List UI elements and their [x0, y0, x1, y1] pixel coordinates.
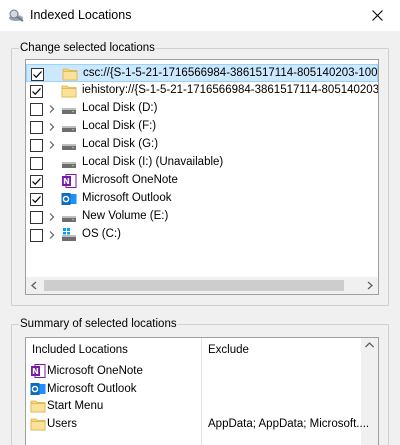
close-icon	[371, 10, 383, 21]
included-location-row: Users	[30, 416, 200, 433]
location-row[interactable]: iehistory://{S-1-5-21-1716566984-3861517…	[26, 82, 378, 100]
location-row[interactable]: New Volume (E:)	[26, 208, 378, 226]
checkmark-icon	[32, 196, 41, 204]
included-location-row: Microsoft Outlook	[30, 381, 200, 398]
exclude-header: Exclude	[208, 344, 249, 356]
location-checkbox[interactable]	[30, 229, 43, 242]
indexing-options-icon	[9, 9, 24, 22]
location-checkbox[interactable]	[31, 68, 44, 81]
location-row[interactable]: Local Disk (F:)	[26, 118, 378, 136]
title-bar: Indexed Locations	[0, 0, 400, 31]
included-location-label: Users	[47, 417, 78, 430]
expand-chevron-icon[interactable]	[47, 104, 57, 114]
included-location-label: Microsoft Outlook	[47, 382, 137, 395]
windows-drive-icon	[62, 228, 76, 241]
expand-chevron-icon[interactable]	[47, 140, 57, 150]
location-row[interactable]: Local Disk (I:) (Unavailable)	[26, 154, 378, 172]
scroll-up-icon[interactable]	[361, 338, 378, 352]
location-icon-wrap: N	[61, 173, 77, 189]
included-location-label: Start Menu	[47, 400, 104, 412]
checkmark-icon	[33, 71, 42, 79]
summary-list: Included Locations Exclude N Microsoft On…	[25, 337, 379, 445]
location-label: Local Disk (F:)	[82, 120, 157, 132]
folder-icon	[30, 400, 46, 413]
location-checkbox[interactable]	[30, 85, 43, 98]
location-checkbox[interactable]	[30, 103, 43, 116]
location-label: Local Disk (D:)	[82, 102, 158, 114]
scroll-right-icon[interactable]	[366, 281, 374, 290]
location-icon-wrap	[61, 209, 77, 225]
horizontal-scrollbar[interactable]	[26, 277, 378, 294]
window-title: Indexed Locations	[30, 8, 132, 22]
location-row[interactable]: N Microsoft OneNote	[26, 172, 378, 190]
location-label: Local Disk (G:)	[82, 138, 159, 150]
location-label: OS (C:)	[82, 228, 121, 240]
location-label: csc://{S-1-5-21-1716566984-3861517114-80…	[83, 67, 379, 79]
outlook-icon	[30, 382, 46, 395]
location-label: iehistory://{S-1-5-21-1716566984-3861517…	[82, 84, 379, 96]
location-row[interactable]: OS (C:)	[26, 226, 378, 244]
location-label: Local Disk (I:) (Unavailable)	[82, 156, 224, 168]
outlook-icon	[61, 193, 77, 205]
location-row[interactable]: Local Disk (D:)	[26, 100, 378, 118]
location-checkbox[interactable]	[30, 139, 43, 152]
scrollbar-thumb[interactable]	[44, 280, 344, 291]
svg-text:N: N	[63, 177, 70, 186]
summary-icon-wrap	[30, 398, 46, 414]
expand-chevron-icon[interactable]	[47, 230, 57, 240]
close-button[interactable]	[354, 0, 400, 31]
onenote-icon: N	[31, 364, 46, 378]
location-row[interactable]: Microsoft Outlook	[26, 190, 378, 208]
included-locations-header: Included Locations	[32, 344, 128, 356]
folder-icon	[30, 418, 46, 430]
expand-chevron-icon[interactable]	[47, 212, 57, 222]
drive-icon	[62, 216, 76, 222]
location-icon-wrap	[61, 227, 77, 243]
summary-icon-wrap	[30, 381, 46, 397]
location-label: Microsoft Outlook	[82, 192, 172, 204]
checkmark-icon	[32, 88, 41, 96]
location-label: Microsoft OneNote	[82, 174, 178, 186]
location-checkbox[interactable]	[30, 157, 43, 170]
location-icon-wrap	[62, 66, 78, 82]
checkmark-icon	[32, 178, 41, 186]
summary-label: Summary of selected locations	[19, 318, 178, 330]
summary-icon-wrap	[30, 416, 46, 432]
included-location-row: N Microsoft OneNote	[30, 363, 200, 380]
included-location-label: Microsoft OneNote	[47, 365, 143, 377]
location-icon-wrap	[61, 101, 77, 117]
drive-icon	[62, 162, 76, 168]
locations-tree[interactable]: OS (C:) New Volume (E:) Microsoft Outloo…	[25, 59, 379, 295]
column-divider	[201, 338, 202, 445]
drive-icon	[62, 144, 76, 150]
scroll-left-icon[interactable]	[30, 281, 38, 290]
location-icon-wrap	[61, 137, 77, 153]
change-locations-label: Change selected locations	[19, 42, 156, 54]
svg-text:N: N	[32, 367, 39, 376]
expand-chevron-icon[interactable]	[47, 122, 57, 132]
location-checkbox[interactable]	[30, 211, 43, 224]
location-checkbox[interactable]	[30, 175, 43, 188]
folder-icon	[62, 68, 78, 81]
onenote-icon: N	[62, 174, 77, 188]
folder-icon	[61, 85, 77, 98]
location-icon-wrap	[61, 155, 77, 171]
exclude-value: AppData; AppData; Microsoft....	[208, 417, 370, 430]
drive-icon	[62, 126, 76, 132]
summary-icon-wrap: N	[30, 363, 46, 379]
location-label: New Volume (E:)	[82, 210, 169, 222]
included-location-row: Start Menu	[30, 398, 200, 415]
location-icon-wrap	[61, 191, 77, 207]
location-row[interactable]: csc://{S-1-5-21-1716566984-3861517114-80…	[26, 64, 378, 82]
drive-icon	[62, 108, 76, 114]
location-checkbox[interactable]	[30, 121, 43, 134]
location-icon-wrap	[61, 83, 77, 99]
location-icon-wrap	[61, 119, 77, 135]
location-checkbox[interactable]	[30, 193, 43, 206]
location-row[interactable]: Local Disk (G:)	[26, 136, 378, 154]
